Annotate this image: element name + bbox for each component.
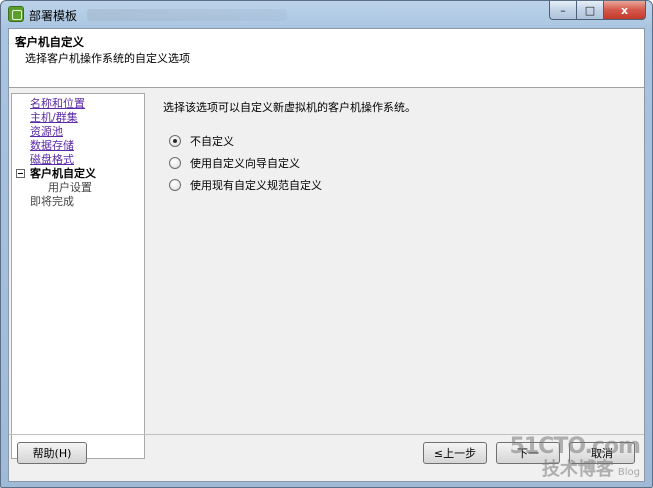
- radio-button-selected[interactable]: [169, 135, 181, 147]
- next-button[interactable]: 下一: [496, 442, 560, 464]
- step-host-cluster[interactable]: 主机/群集: [30, 111, 78, 124]
- step-datastore[interactable]: 数据存储: [30, 139, 74, 152]
- option-label: 不自定义: [190, 135, 234, 148]
- page-subtitle: 选择客户机操作系统的自定义选项: [25, 52, 190, 65]
- step-name-location[interactable]: 名称和位置: [30, 97, 85, 110]
- close-icon: x: [620, 3, 629, 17]
- collapse-icon[interactable]: [16, 169, 25, 178]
- blurred-title-region: [87, 9, 287, 21]
- minimize-button[interactable]: –: [549, 1, 576, 20]
- maximize-icon: □: [584, 3, 596, 17]
- wizard-steps-panel: 名称和位置 主机/群集 资源池 数据存储 磁盘格式 客户机自定义 用户设置 即将…: [11, 93, 145, 459]
- cancel-button[interactable]: 取消: [569, 442, 635, 464]
- vsphere-app-icon: [8, 6, 24, 22]
- cancel-button-label: 取消: [591, 447, 613, 460]
- help-button-label: 帮助(H): [32, 447, 72, 460]
- step-resource-pool[interactable]: 资源池: [30, 125, 63, 138]
- title-bar[interactable]: 部署模板 – □ x: [1, 1, 652, 27]
- step-guest-customization: 客户机自定义: [30, 167, 96, 180]
- deploy-template-window: 部署模板 – □ x 客户机自定义 选择客户机操作系统的自定义选项 名称和位置 …: [0, 0, 653, 488]
- back-button[interactable]: ≤上一步: [423, 442, 487, 464]
- page-title: 客户机自定义: [15, 35, 84, 49]
- step-disk-format[interactable]: 磁盘格式: [30, 153, 74, 166]
- radio-button[interactable]: [169, 179, 181, 191]
- close-button[interactable]: x: [603, 1, 646, 20]
- option-no-customization[interactable]: 不自定义: [169, 133, 234, 149]
- step-ready-to-complete: 即将完成: [30, 195, 74, 208]
- option-customization-wizard[interactable]: 使用自定义向导自定义: [169, 155, 300, 171]
- option-existing-spec[interactable]: 使用现有自定义规范自定义: [169, 177, 322, 193]
- option-label: 使用自定义向导自定义: [190, 157, 300, 170]
- caption-buttons: – □ x: [549, 1, 646, 20]
- wizard-header: 客户机自定义 选择客户机操作系统的自定义选项: [9, 29, 644, 88]
- radio-button[interactable]: [169, 157, 181, 169]
- step-user-settings: 用户设置: [48, 181, 92, 194]
- footer-divider: [9, 434, 644, 435]
- maximize-button[interactable]: □: [576, 1, 603, 20]
- next-button-label: 下一: [517, 447, 539, 460]
- back-button-label: ≤上一步: [433, 447, 477, 460]
- customization-options-panel: 选择该选项可以自定义新虚拟机的客户机操作系统。 不自定义 使用自定义向导自定义 …: [151, 93, 641, 459]
- minimize-icon: –: [560, 3, 566, 17]
- wizard-client-area: 客户机自定义 选择客户机操作系统的自定义选项 名称和位置 主机/群集 资源池 数…: [8, 28, 645, 482]
- window-title: 部署模板: [29, 9, 78, 23]
- option-label: 使用现有自定义规范自定义: [190, 179, 322, 192]
- options-description: 选择该选项可以自定义新虚拟机的客户机操作系统。: [163, 101, 416, 114]
- help-button[interactable]: 帮助(H): [17, 442, 87, 464]
